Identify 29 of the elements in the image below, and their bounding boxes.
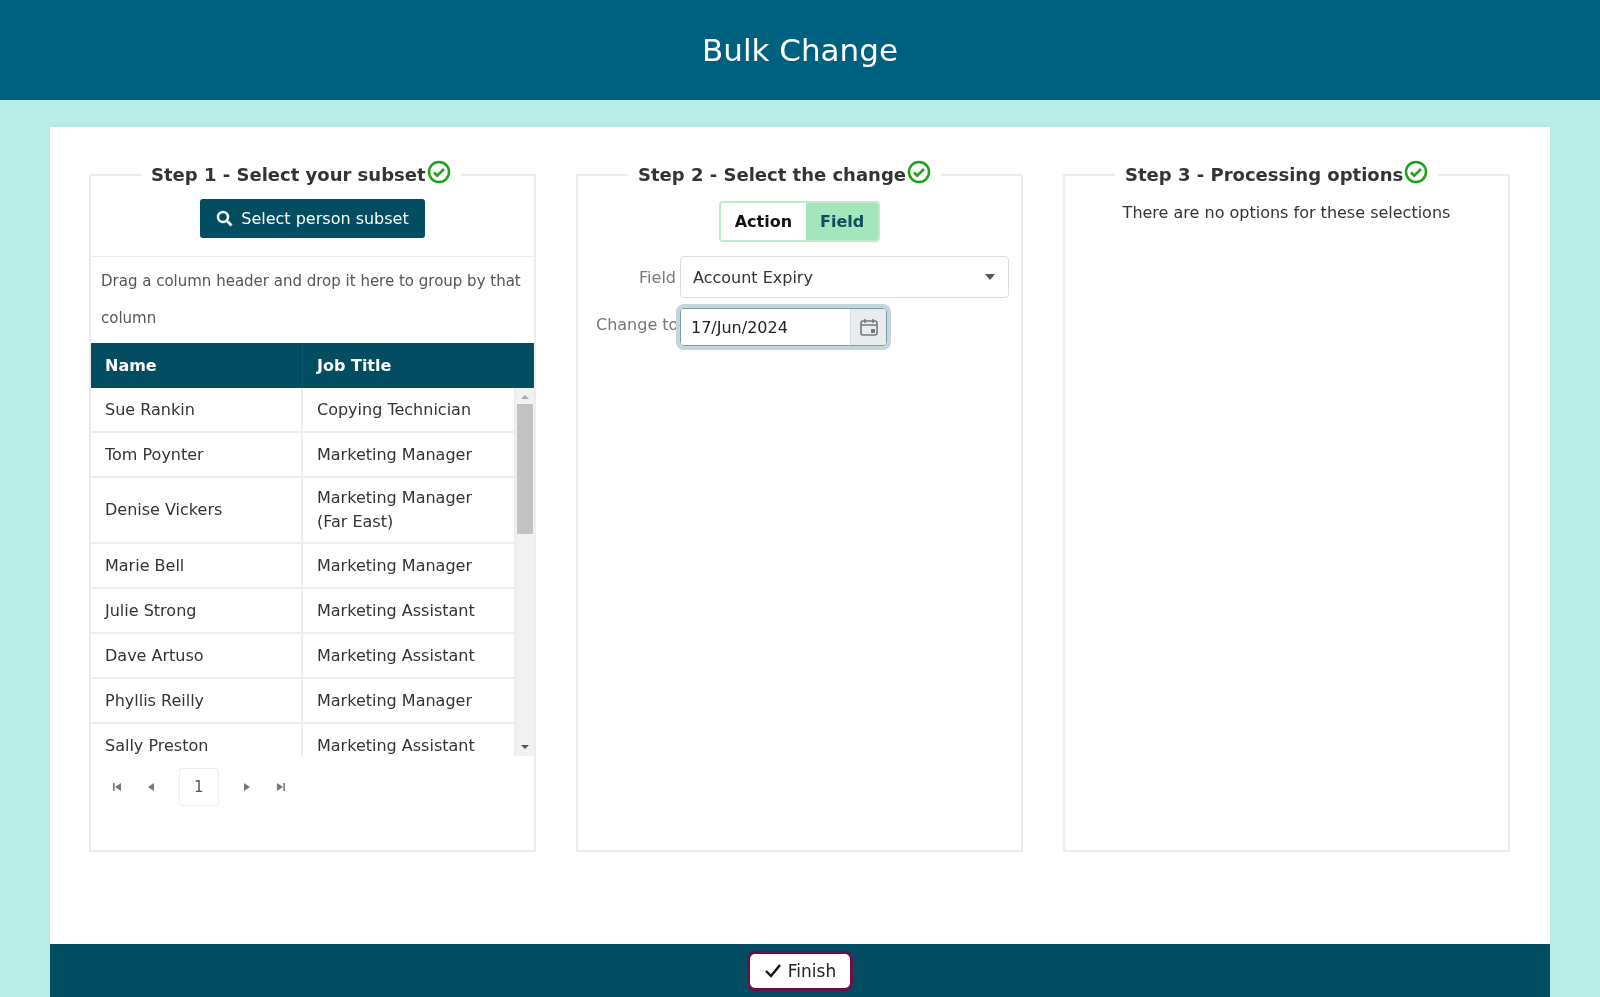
table-cell: Julie Strong [91, 589, 303, 632]
step-title: Step 2 - Select the change [638, 164, 906, 185]
finish-button[interactable]: Finish [746, 950, 854, 991]
table-cell: Marie Bell [91, 544, 303, 587]
last-page-icon[interactable] [274, 781, 287, 793]
table-cell: Phyllis Reilly [91, 679, 303, 722]
field-dropdown[interactable]: Account Expiry [680, 256, 1009, 298]
scrollbar-thumb[interactable] [517, 404, 533, 534]
column-header[interactable]: Name [91, 343, 303, 388]
page-title: Bulk Change [702, 32, 898, 68]
table-cell: Sally Preston [91, 724, 303, 756]
table-cell: Tom Poynter [91, 433, 303, 476]
calendar-icon[interactable] [850, 309, 886, 345]
tab[interactable]: Field [806, 203, 879, 240]
table-cell: Dave Artuso [91, 634, 303, 677]
first-page-icon[interactable] [111, 781, 123, 793]
search-icon [216, 210, 234, 227]
select-subset-button[interactable]: Select person subset [200, 199, 425, 238]
scroll-down-icon[interactable] [520, 742, 530, 752]
page-number[interactable]: 1 [179, 768, 219, 806]
table-cell: Sue Rankin [91, 388, 303, 431]
scrollbar[interactable] [516, 388, 534, 756]
field-label: Field [638, 267, 676, 287]
caret-icon [984, 273, 996, 281]
table-cell: Denise Vickers [91, 478, 303, 542]
checkmark-icon [763, 962, 782, 979]
no-options-message: There are no options for these selections [1121, 203, 1452, 222]
step-title: Step 3 - Processing options [1125, 164, 1404, 185]
step-title: Step 1 - Select your subset [151, 164, 426, 185]
